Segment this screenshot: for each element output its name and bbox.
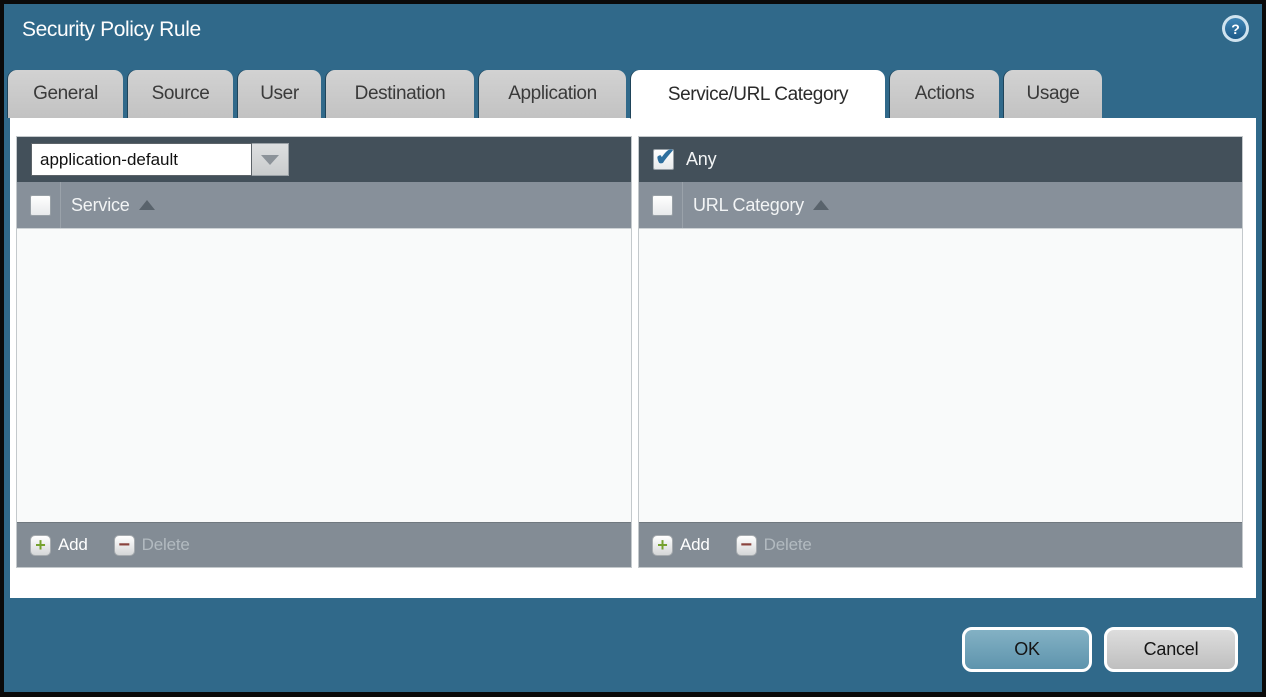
chevron-down-icon bbox=[261, 155, 279, 165]
add-service-button[interactable]: + Add bbox=[30, 535, 88, 556]
ok-button[interactable]: OK bbox=[962, 627, 1092, 672]
any-label: Any bbox=[686, 149, 716, 170]
url-category-column-header[interactable]: URL Category bbox=[639, 182, 1242, 229]
delete-url-category-button[interactable]: − Delete bbox=[736, 535, 812, 556]
tab-general[interactable]: General bbox=[8, 70, 123, 118]
delete-service-button[interactable]: − Delete bbox=[114, 535, 190, 556]
service-column-label-cell: Service bbox=[61, 195, 155, 216]
service-panel: Service + Add − Delete bbox=[17, 137, 631, 567]
service-panel-footer: + Add − Delete bbox=[17, 522, 631, 567]
service-type-dropdown bbox=[31, 143, 289, 176]
help-icon[interactable]: ? bbox=[1222, 15, 1249, 42]
cancel-button[interactable]: Cancel bbox=[1104, 627, 1238, 672]
sort-ascending-icon bbox=[139, 200, 155, 210]
plus-icon: + bbox=[30, 535, 51, 556]
tab-application[interactable]: Application bbox=[479, 70, 626, 118]
url-category-panel: Any URL Category + Add − Delet bbox=[639, 137, 1242, 567]
add-service-label: Add bbox=[58, 535, 88, 555]
sort-ascending-icon bbox=[813, 200, 829, 210]
tab-usage[interactable]: Usage bbox=[1004, 70, 1102, 118]
service-type-input[interactable] bbox=[31, 143, 252, 176]
delete-url-category-label: Delete bbox=[764, 535, 812, 555]
tab-actions[interactable]: Actions bbox=[890, 70, 999, 118]
service-panel-header bbox=[17, 137, 631, 182]
url-category-panel-footer: + Add − Delete bbox=[639, 522, 1242, 567]
minus-icon: − bbox=[114, 535, 135, 556]
service-column-header[interactable]: Service bbox=[17, 182, 631, 229]
url-category-select-all-checkbox[interactable] bbox=[652, 195, 673, 216]
url-category-panel-header: Any bbox=[639, 137, 1242, 182]
security-policy-rule-dialog: Security Policy Rule ? General Source Us… bbox=[4, 4, 1262, 692]
url-category-column-label: URL Category bbox=[693, 195, 804, 216]
tab-bar: General Source User Destination Applicat… bbox=[8, 70, 1102, 118]
url-category-list bbox=[639, 229, 1242, 522]
delete-service-label: Delete bbox=[142, 535, 190, 555]
service-select-all-checkbox[interactable] bbox=[30, 195, 51, 216]
minus-icon: − bbox=[736, 535, 757, 556]
any-checkbox[interactable] bbox=[653, 149, 674, 170]
service-type-dropdown-button[interactable] bbox=[252, 143, 289, 176]
service-column-label: Service bbox=[71, 195, 130, 216]
tab-service-url-category[interactable]: Service/URL Category bbox=[631, 70, 885, 119]
add-url-category-button[interactable]: + Add bbox=[652, 535, 710, 556]
tab-user[interactable]: User bbox=[238, 70, 321, 118]
service-select-all-cell bbox=[17, 182, 61, 228]
tab-content-area: Service + Add − Delete Any bbox=[10, 118, 1256, 598]
plus-icon: + bbox=[652, 535, 673, 556]
url-category-select-all-cell bbox=[639, 182, 683, 228]
tab-source[interactable]: Source bbox=[128, 70, 233, 118]
add-url-category-label: Add bbox=[680, 535, 710, 555]
tab-destination[interactable]: Destination bbox=[326, 70, 474, 118]
service-list bbox=[17, 229, 631, 522]
dialog-title: Security Policy Rule bbox=[22, 18, 201, 42]
url-category-column-label-cell: URL Category bbox=[683, 195, 829, 216]
question-mark-glyph: ? bbox=[1225, 18, 1246, 39]
